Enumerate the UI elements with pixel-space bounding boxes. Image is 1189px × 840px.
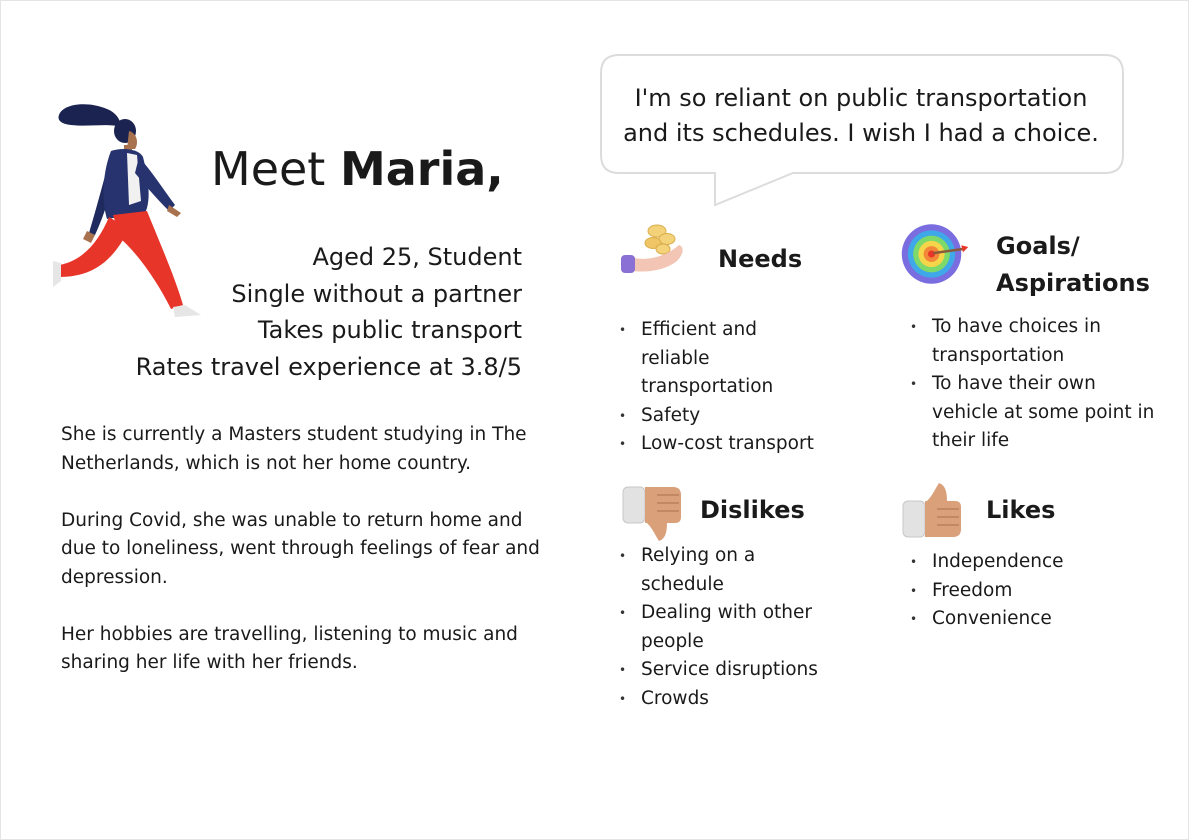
persona-facts: Aged 25, Student Single without a partne… bbox=[136, 239, 522, 385]
likes-list: Independence Freedom Convenience bbox=[910, 548, 1130, 634]
persona-card: Meet Maria, Aged 25, Student Single with… bbox=[0, 0, 1189, 840]
needs-title: Needs bbox=[718, 245, 803, 273]
goals-title-line: Goals/ bbox=[996, 232, 1080, 260]
fact-age: Aged 25, Student bbox=[312, 243, 522, 271]
list-item: Dealing with other people bbox=[619, 599, 839, 656]
list-item: Convenience bbox=[910, 605, 1130, 634]
list-item: Freedom bbox=[910, 577, 1130, 606]
persona-name: Maria, bbox=[339, 142, 504, 196]
fact-relationship: Single without a partner bbox=[231, 279, 522, 308]
persona-title: Meet Maria, bbox=[211, 141, 504, 197]
goals-title: Goals/ Aspirations bbox=[996, 228, 1150, 302]
thumbs-up-icon bbox=[902, 483, 961, 538]
fact-rating: Rates travel experience at 3.8/5 bbox=[135, 352, 522, 381]
bio-paragraph: During Covid, she was unable to return h… bbox=[61, 509, 540, 588]
target-icon bbox=[901, 224, 969, 284]
list-item: Low-cost transport bbox=[619, 430, 829, 459]
dislikes-title: Dislikes bbox=[700, 496, 805, 524]
title-prefix: Meet bbox=[211, 142, 340, 196]
quote-line: and its schedules. I wish I had a choice… bbox=[623, 118, 1099, 147]
needs-list: Efficient and reliable transportation Sa… bbox=[619, 316, 829, 459]
list-item: Relying on a schedule bbox=[619, 542, 839, 599]
bio-paragraph: Her hobbies are travelling, listening to… bbox=[61, 623, 518, 674]
goals-title-line: Aspirations bbox=[996, 269, 1150, 297]
list-item: Efficient and reliable transportation bbox=[619, 316, 829, 402]
bio-paragraph: She is currently a Masters student study… bbox=[61, 424, 527, 474]
likes-title: Likes bbox=[986, 496, 1056, 524]
goals-list: To have choices in transportation To hav… bbox=[910, 313, 1160, 456]
list-item: Service disruptions bbox=[619, 656, 839, 685]
list-item: Independence bbox=[910, 548, 1130, 577]
thumbs-down-icon bbox=[622, 486, 681, 541]
hand-with-coins-icon bbox=[621, 224, 683, 273]
quote-text: I'm so reliant on public transportation … bbox=[601, 81, 1121, 150]
list-item: To have choices in transportation bbox=[910, 313, 1160, 370]
list-item: To have their own vehicle at some point … bbox=[910, 370, 1160, 456]
list-item: Crowds bbox=[619, 685, 839, 714]
dislikes-list: Relying on a schedule Dealing with other… bbox=[619, 542, 839, 713]
persona-bio: She is currently a Masters student study… bbox=[61, 421, 541, 706]
fact-transport: Takes public transport bbox=[257, 316, 522, 344]
quote-line: I'm so reliant on public transportation bbox=[634, 84, 1088, 112]
list-item: Safety bbox=[619, 402, 829, 431]
